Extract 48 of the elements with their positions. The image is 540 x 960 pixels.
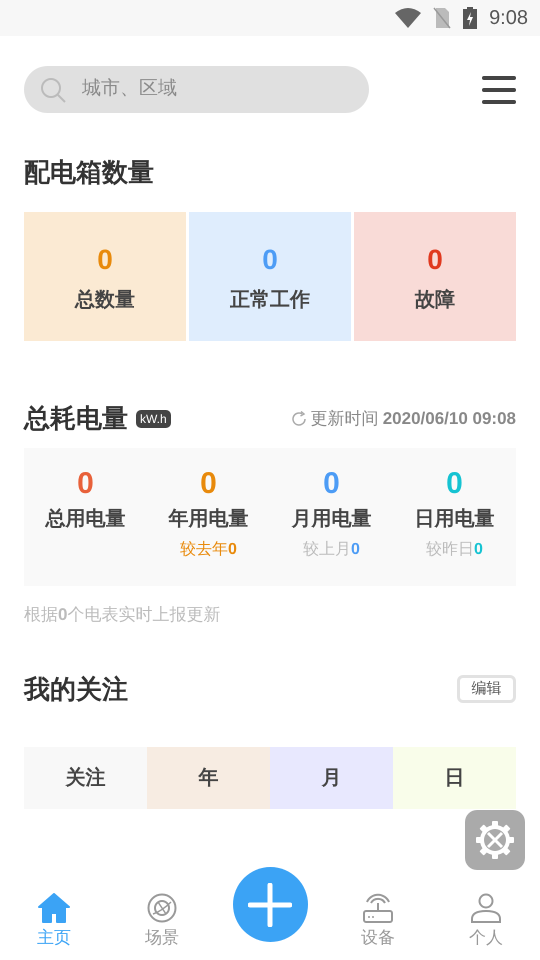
stat-value: 0 bbox=[427, 242, 443, 276]
stat-label: 总数量 bbox=[75, 288, 135, 312]
search-input[interactable]: 城市、区域 bbox=[82, 75, 322, 104]
column-header: 日 bbox=[393, 746, 516, 808]
stat-label: 故障 bbox=[415, 288, 455, 312]
router-icon bbox=[363, 892, 393, 922]
person-icon bbox=[471, 892, 501, 922]
stat-label: 日用电量 bbox=[414, 507, 494, 532]
home-icon bbox=[38, 892, 70, 922]
plus-icon bbox=[248, 882, 292, 926]
stat-value: 0 bbox=[323, 466, 340, 502]
footnote: 根据0个电表实时上报更新 bbox=[24, 604, 222, 626]
stat-value: 0 bbox=[77, 466, 94, 502]
stat-label: 年用电量 bbox=[168, 507, 248, 532]
search-field[interactable]: 城市、区域 bbox=[24, 66, 369, 113]
refresh-icon[interactable] bbox=[290, 410, 307, 426]
unit-badge: kW.h bbox=[136, 410, 171, 428]
column-header: 关注 bbox=[24, 746, 147, 808]
stat-label: 月用电量 bbox=[292, 507, 372, 532]
no-sim-icon bbox=[433, 7, 452, 29]
gear-tools-icon bbox=[475, 820, 515, 860]
stat-label: 总用电量 bbox=[46, 507, 126, 532]
update-time: 2020/06/10 09:08 bbox=[382, 408, 516, 430]
section-title: 我的关注 bbox=[24, 672, 128, 706]
battery-charging-icon bbox=[463, 7, 478, 29]
column-header: 年 bbox=[147, 746, 270, 808]
comparison-text: 较上月 0 bbox=[303, 540, 360, 560]
section-title: 配电箱数量 bbox=[24, 156, 155, 189]
stat-value: 0 bbox=[97, 242, 113, 276]
stat-value: 0 bbox=[200, 466, 217, 502]
stat-value: 0 bbox=[262, 242, 278, 276]
section-title: 总耗电量 bbox=[24, 402, 128, 435]
menu-icon[interactable] bbox=[482, 74, 516, 104]
search-icon bbox=[40, 76, 66, 102]
comparison-text: 较昨日0 bbox=[426, 540, 483, 560]
settings-button[interactable] bbox=[465, 810, 525, 870]
edit-button[interactable]: 编辑 bbox=[457, 675, 516, 703]
update-label: 更新时间 bbox=[310, 408, 379, 430]
stat-card[interactable]: 0 总数量 bbox=[24, 212, 186, 341]
stat-value: 0 bbox=[446, 466, 463, 502]
clock-time: 9:08 bbox=[489, 6, 528, 31]
wifi-icon bbox=[395, 8, 422, 28]
globe-icon bbox=[147, 892, 177, 922]
stat-card[interactable]: 0 正常工作 bbox=[189, 212, 351, 341]
comparison-text: 较去年0 bbox=[180, 540, 237, 560]
stat-card[interactable]: 0 故障 bbox=[354, 212, 516, 341]
stat-label: 正常工作 bbox=[230, 288, 310, 312]
column-header: 月 bbox=[270, 746, 393, 808]
